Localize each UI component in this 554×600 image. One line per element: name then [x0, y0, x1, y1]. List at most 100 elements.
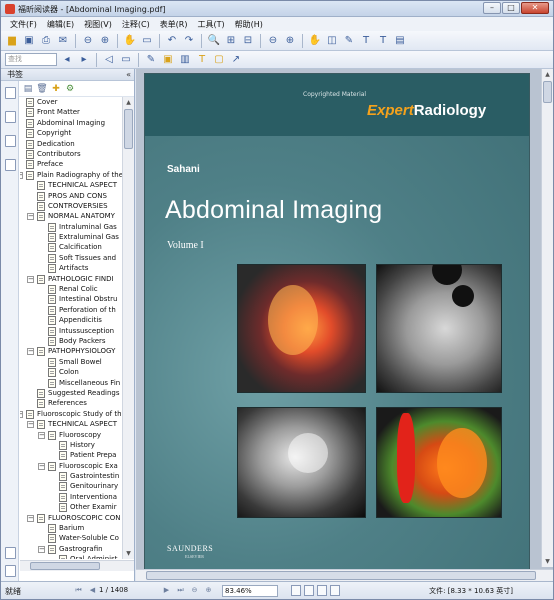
stamp-icon[interactable]: ▥ [178, 53, 192, 67]
close-button[interactable]: ✕ [521, 2, 549, 14]
print-icon[interactable]: ⎙ [39, 34, 53, 48]
bookmark-item[interactable]: − Fluoroscopy [20, 430, 122, 440]
highlight-icon[interactable]: ✎ [342, 34, 356, 48]
bookmark-item[interactable]: Barium [20, 523, 122, 534]
bookmark-item[interactable]: Miscellaneous Fin [20, 378, 122, 388]
doc-scroll-down-icon[interactable]: ▼ [542, 556, 553, 567]
properties-bookmark-icon[interactable]: ⚙ [65, 84, 75, 94]
menu-edit[interactable]: 编辑(E) [42, 19, 79, 30]
expand-toggle-icon[interactable]: − [38, 462, 45, 470]
pan-icon[interactable]: ✋ [308, 34, 322, 48]
bookmark-item[interactable]: Gastrointestin [20, 471, 122, 482]
last-page-icon[interactable]: ⏭ [175, 585, 186, 596]
image-icon[interactable]: ▤ [393, 34, 407, 48]
search-input[interactable]: 查找 [5, 53, 57, 66]
scroll-down-icon[interactable]: ▼ [123, 548, 134, 559]
bookmark-item[interactable]: Perforation of th [20, 305, 122, 315]
page-indicator[interactable]: 1 / 1408 [99, 586, 128, 594]
bookmark-item[interactable]: Patient Prepa [20, 450, 122, 461]
expand-bookmark-icon[interactable]: ▤ [23, 84, 33, 94]
menu-comment[interactable]: 注释(C) [117, 19, 155, 30]
bookmark-item[interactable]: Calcification [20, 242, 122, 253]
expand-toggle-icon[interactable]: − [27, 421, 34, 429]
bookmark-item[interactable]: Water-Soluble Co [20, 533, 122, 544]
first-page-icon[interactable]: ⏮ [73, 585, 84, 596]
expand-toggle-icon[interactable]: − [27, 213, 34, 221]
save-icon[interactable]: ▣ [22, 34, 36, 48]
search-panel-icon[interactable] [5, 547, 16, 559]
fit-page-icon[interactable]: ⊞ [224, 34, 238, 48]
speaker-icon[interactable]: ◁ [102, 53, 116, 67]
delete-bookmark-icon[interactable]: 🗑 [36, 84, 47, 94]
add-bookmark-icon[interactable]: ✚ [51, 84, 61, 94]
text-icon[interactable]: T [376, 34, 390, 48]
expand-toggle-icon[interactable]: − [38, 545, 45, 553]
document-hscroll[interactable] [136, 569, 553, 581]
zoom-in-icon[interactable]: ⊕ [283, 34, 297, 48]
attachments-panel-icon[interactable] [5, 159, 16, 171]
menu-form[interactable]: 表单(R) [155, 19, 193, 30]
menu-tools[interactable]: 工具(T) [193, 19, 230, 30]
bookmark-item[interactable]: Oral Administ [20, 554, 122, 559]
layers-panel-icon[interactable] [5, 135, 16, 147]
bookmark-hscroll[interactable] [20, 560, 134, 571]
next-page-nav-icon[interactable]: ▶ [161, 585, 172, 596]
bookmark-item[interactable]: − TECHNICAL ASPECT [20, 419, 122, 430]
pen-icon[interactable]: ✎ [144, 53, 158, 67]
document-vscroll[interactable]: ▲ ▼ [541, 69, 553, 567]
bookmark-vscroll[interactable]: ▲ ▼ [122, 97, 134, 559]
bookmark-item[interactable]: Body Packers [20, 336, 122, 346]
prev-page-nav-icon[interactable]: ◀ [87, 585, 98, 596]
bookmark-item[interactable]: Artifacts [20, 263, 122, 274]
menu-file[interactable]: 文件(F) [5, 19, 42, 30]
bookmark-item[interactable]: Cover [20, 97, 122, 107]
select-tool-icon[interactable]: ▭ [140, 34, 154, 48]
bookmark-item[interactable]: − NORMAL ANATOMY [20, 211, 122, 222]
callout-icon[interactable]: ▢ [212, 53, 226, 67]
bookmark-item[interactable]: Genitourinary [20, 481, 122, 492]
expand-toggle-icon[interactable]: − [20, 410, 23, 418]
scroll-thumb[interactable] [124, 109, 133, 149]
note-icon[interactable]: ▣ [161, 53, 175, 67]
bookmark-item[interactable]: Intestinal Obstru [20, 294, 122, 305]
pages-panel-icon[interactable] [5, 111, 16, 123]
menu-help[interactable]: 帮助(H) [230, 19, 268, 30]
single-page-icon[interactable] [291, 585, 301, 596]
bookmark-item[interactable]: Dedication [20, 139, 122, 149]
bookmarks-panel-icon[interactable] [5, 87, 16, 99]
bookmark-item[interactable]: − Fluoroscopic Study of th [20, 409, 122, 419]
bookmark-item[interactable]: Extraluminal Gas [20, 232, 122, 243]
bookmark-item[interactable]: − Gastrografin [20, 544, 122, 554]
expand-toggle-icon[interactable]: − [27, 514, 34, 522]
bookmark-item[interactable]: − PATHOPHYSIOLOGY [20, 346, 122, 357]
bookmark-item[interactable]: − PATHOLOGIC FINDI [20, 274, 122, 284]
doc-scroll-up-icon[interactable]: ▲ [542, 69, 553, 80]
bookmark-item[interactable]: Abdominal Imaging [20, 118, 122, 128]
minimize-button[interactable]: – [483, 2, 501, 14]
bookmark-item[interactable]: References [20, 398, 122, 409]
bookmark-item[interactable]: Small Bowel [20, 357, 122, 367]
email-icon[interactable]: ✉ [56, 34, 70, 48]
bookmark-item[interactable]: Front Matter [20, 107, 122, 118]
snapshot-icon[interactable]: ◫ [325, 34, 339, 48]
menu-view[interactable]: 视图(V) [79, 19, 117, 30]
bookmark-item[interactable]: Preface [20, 159, 122, 170]
continuous-facing-icon[interactable] [330, 585, 340, 596]
next-page-icon[interactable]: ⊕ [98, 34, 112, 48]
expand-toggle-icon[interactable]: − [20, 171, 23, 179]
pdf-page[interactable]: Copyrighted Material ExpertRadiology Sah… [144, 73, 530, 575]
search-prev-icon[interactable]: ◂ [60, 53, 74, 67]
textbox-icon[interactable]: T [195, 53, 209, 67]
bookmark-item[interactable]: TECHNICAL ASPECT [20, 180, 122, 191]
bookmark-item[interactable]: Other Examir [20, 502, 122, 513]
bookmark-item[interactable]: Colon [20, 367, 122, 378]
scroll-up-icon[interactable]: ▲ [123, 97, 134, 108]
facing-page-icon[interactable] [317, 585, 327, 596]
expand-toggle-icon[interactable]: − [38, 431, 45, 439]
bookmark-item[interactable]: History [20, 440, 122, 450]
search-next-icon[interactable]: ▸ [77, 53, 91, 67]
bookmark-item[interactable]: CONTROVERSIES [20, 201, 122, 211]
doc-hscroll-thumb[interactable] [146, 571, 536, 580]
expand-toggle-icon[interactable]: − [27, 348, 34, 356]
hscroll-thumb[interactable] [30, 562, 100, 570]
